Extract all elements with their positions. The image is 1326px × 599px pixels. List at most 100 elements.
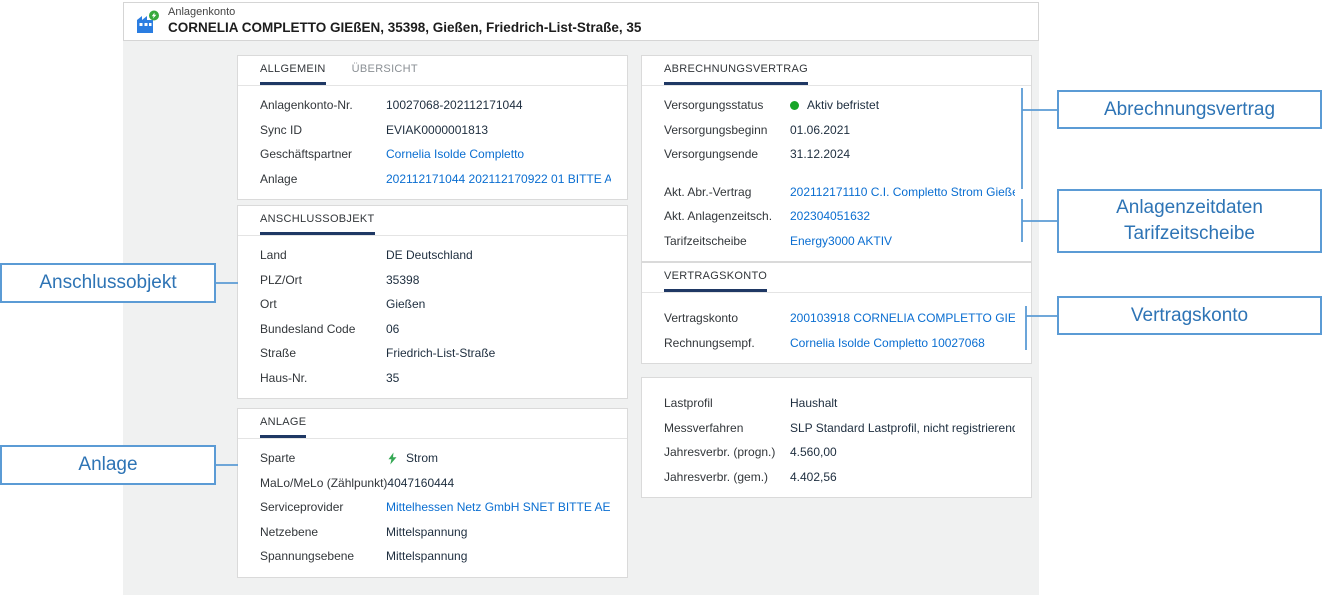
header-text: Anlagenkonto CORNELIA COMPLETTO GIEßEN, … [168, 6, 641, 37]
field-value: Friedrich-List-Straße [386, 346, 611, 360]
field-row: Sync ID EVIAK0000001813 [260, 118, 611, 143]
field-label: Jahresverbr. (progn.) [664, 445, 790, 459]
field-label: Anlage [260, 172, 386, 186]
geschaeftspartner-link[interactable]: Cornelia Isolde Completto [386, 147, 611, 161]
field-label: Spannungsebene [260, 549, 386, 563]
field-value: 35398 [386, 273, 611, 287]
card-vertragskonto-title: VERTRAGSKONTO [664, 263, 767, 292]
anlagenkonto-icon [134, 8, 160, 36]
vertragskonto-link[interactable]: 200103918 CORNELIA COMPLETTO GIEßEN [790, 311, 1015, 325]
abr-vertrag-link[interactable]: 202112171110 C.I. Completto Strom Gießen [790, 185, 1015, 199]
field-label: Versorgungsbeginn [664, 123, 790, 137]
card-allgemein: ALLGEMEIN ÜBERSICHT Anlagenkonto-Nr. 100… [237, 55, 628, 200]
field-value: Haushalt [790, 396, 1015, 410]
field-row: Jahresverbr. (gem.) 4.402,56 [664, 465, 1015, 490]
field-value: SLP Standard Lastprofil, nicht registrie… [790, 421, 1015, 435]
field-value: 4.402,56 [790, 470, 1015, 484]
field-row: Rechnungsempf. Cornelia Isolde Completto… [664, 331, 1015, 356]
field-label: Versorgungsstatus [664, 98, 790, 112]
field-row: Straße Friedrich-List-Straße [260, 341, 611, 366]
field-row: Sparte Strom [260, 446, 611, 471]
card-anlage-rows: Sparte Strom MaLo/MeLo (Zählpunkt) 40471… [238, 439, 627, 577]
field-label: Akt. Anlagenzeitsch. [664, 209, 790, 223]
field-row: Akt. Abr.-Vertrag 202112171110 C.I. Comp… [664, 180, 1015, 205]
field-row: Vertragskonto 200103918 CORNELIA COMPLET… [664, 306, 1015, 331]
field-label: Haus-Nr. [260, 371, 386, 385]
field-label: Akt. Abr.-Vertrag [664, 185, 790, 199]
card-abrechnungsvertrag-title: ABRECHNUNGSVERTRAG [664, 56, 808, 85]
field-row: MaLo/MeLo (Zählpunkt) 4047160444 [260, 471, 611, 496]
callout-vertragskonto: Vertragskonto [1057, 296, 1322, 335]
callout-label: Tarifzeitscheibe [1124, 221, 1255, 247]
card-verbrauch-rows: Lastprofil Haushalt Messverfahren SLP St… [642, 378, 1031, 497]
field-row: PLZ/Ort 35398 [260, 268, 611, 293]
field-row: Akt. Anlagenzeitsch. 202304051632 [664, 204, 1015, 229]
field-label: Tarifzeitscheibe [664, 234, 790, 248]
field-row: Anlage 202112171044 202112170922 01 BITT… [260, 167, 611, 192]
card-allgemein-tabs: ALLGEMEIN ÜBERSICHT [238, 56, 627, 86]
field-label: Sync ID [260, 123, 386, 137]
field-value: DE Deutschland [386, 248, 611, 262]
field-label: Serviceprovider [260, 500, 386, 514]
field-label: Jahresverbr. (gem.) [664, 470, 790, 484]
field-value: 35 [386, 371, 611, 385]
field-label: Straße [260, 346, 386, 360]
field-value: 01.06.2021 [790, 123, 1015, 137]
callout-anlage: Anlage [0, 445, 216, 485]
field-label: Geschäftspartner [260, 147, 386, 161]
field-label: Sparte [260, 451, 386, 465]
callout-anschlussobjekt: Anschlussobjekt [0, 263, 216, 303]
tarifzeitscheibe-link[interactable]: Energy3000 AKTIV [790, 234, 1015, 248]
field-row: Jahresverbr. (progn.) 4.560,00 [664, 440, 1015, 465]
field-row: Versorgungsende 31.12.2024 [664, 142, 1015, 167]
serviceprovider-link[interactable]: Mittelhessen Netz GmbH SNET BITTE AENDER… [386, 500, 611, 514]
card-vertragskonto-header: VERTRAGSKONTO [642, 263, 1031, 293]
card-abrechnungsvertrag: ABRECHNUNGSVERTRAG Versorgungsstatus Akt… [641, 55, 1032, 262]
field-row: Ort Gießen [260, 292, 611, 317]
field-value: 4047160444 [387, 476, 611, 490]
field-value: 10027068-202112171044 [386, 98, 611, 112]
field-row: Versorgungsstatus Aktiv befristet [664, 93, 1015, 118]
anlage-link[interactable]: 202112171044 202112170922 01 BITTE AENDE… [386, 172, 611, 186]
callout-label: Abrechnungsvertrag [1104, 97, 1275, 123]
card-vertragskonto-rows: Vertragskonto 200103918 CORNELIA COMPLET… [642, 293, 1031, 363]
field-row: Versorgungsbeginn 01.06.2021 [664, 118, 1015, 143]
field-value: 06 [386, 322, 611, 336]
field-row: Spannungsebene Mittelspannung [260, 544, 611, 569]
field-label: PLZ/Ort [260, 273, 386, 287]
card-vertragskonto: VERTRAGSKONTO Vertragskonto 200103918 CO… [641, 262, 1032, 364]
field-value: Mittelspannung [386, 525, 611, 539]
card-anlage-title: ANLAGE [260, 409, 306, 438]
field-value: Gießen [386, 297, 611, 311]
card-anlage-header: ANLAGE [238, 409, 627, 439]
field-row: Anlagenkonto-Nr. 10027068-202112171044 [260, 93, 611, 118]
card-verbrauch: Lastprofil Haushalt Messverfahren SLP St… [641, 377, 1032, 498]
field-label: Rechnungsempf. [664, 336, 790, 350]
callout-label: Anlagenzeitdaten [1116, 195, 1263, 221]
field-value: EVIAK0000001813 [386, 123, 611, 137]
field-label: Ort [260, 297, 386, 311]
field-label: Vertragskonto [664, 311, 790, 325]
status-text: Aktiv befristet [807, 98, 879, 112]
page-title: Anlagenkonto [168, 6, 641, 20]
card-anschlussobjekt-rows: Land DE Deutschland PLZ/Ort 35398 Ort Gi… [238, 236, 627, 398]
field-value: 31.12.2024 [790, 147, 1015, 161]
rechnungsempfaenger-link[interactable]: Cornelia Isolde Completto 10027068 [790, 336, 1015, 350]
callout-label: Vertragskonto [1131, 303, 1248, 329]
anlagenzeitscheibe-link[interactable]: 202304051632 [790, 209, 1015, 223]
field-row: Bundesland Code 06 [260, 317, 611, 342]
field-row: Serviceprovider Mittelhessen Netz GmbH S… [260, 495, 611, 520]
field-row: Lastprofil Haushalt [664, 391, 1015, 416]
sparte-value: Strom [386, 451, 611, 465]
page-subtitle: CORNELIA COMPLETTO GIEßEN, 35398, Gießen… [168, 20, 641, 37]
callout-label: Anschlussobjekt [39, 270, 176, 296]
tab-allgemein[interactable]: ALLGEMEIN [260, 56, 326, 85]
field-row: Geschäftspartner Cornelia Isolde Complet… [260, 142, 611, 167]
tab-uebersicht[interactable]: ÜBERSICHT [352, 56, 418, 85]
anlagenkonto-page: Anlagenkonto CORNELIA COMPLETTO GIEßEN, … [0, 0, 1326, 599]
row-spacer [664, 167, 1015, 180]
card-abrechnungsvertrag-header: ABRECHNUNGSVERTRAG [642, 56, 1031, 86]
card-anschlussobjekt-title: ANSCHLUSSOBJEKT [260, 206, 375, 235]
field-label: Messverfahren [664, 421, 790, 435]
field-label: Versorgungsende [664, 147, 790, 161]
